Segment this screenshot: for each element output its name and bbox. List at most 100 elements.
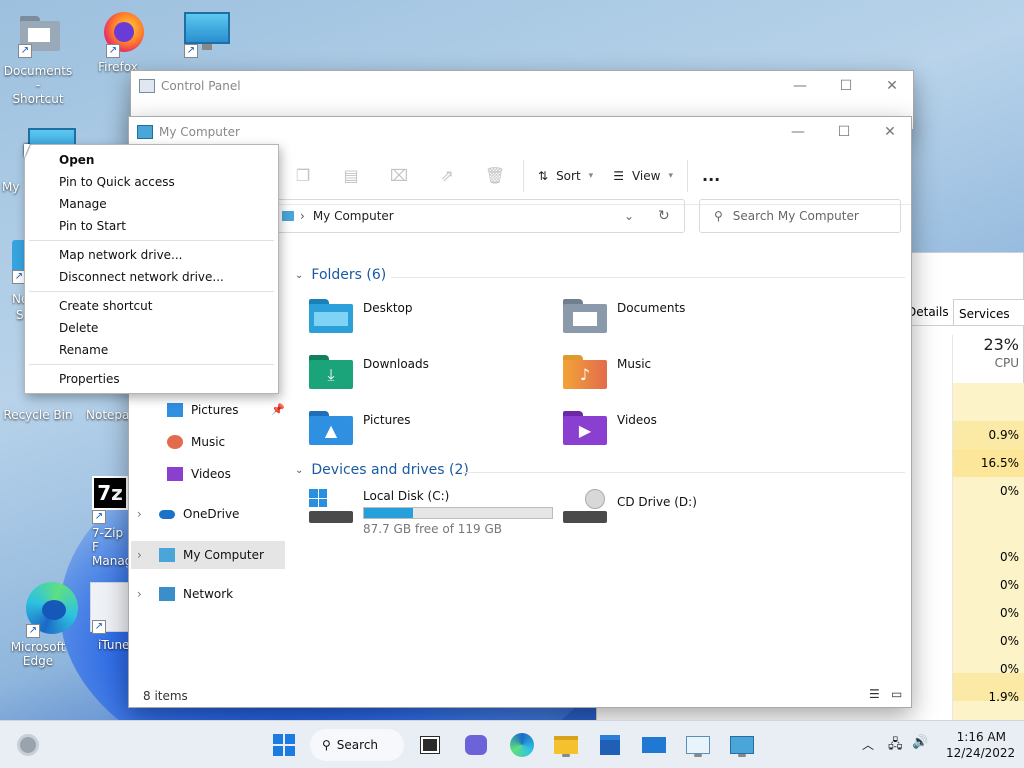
pin-icon[interactable]: 📌 <box>271 403 285 416</box>
tab-services[interactable]: Services <box>953 299 1024 325</box>
desktop-icon-firefox[interactable]: ↗ Firefox <box>80 6 156 74</box>
store-icon[interactable] <box>594 729 626 761</box>
nav-item-pictures[interactable]: Pictures <box>167 396 239 424</box>
sort-button[interactable]: ⇅ Sort ▾ <box>528 159 603 193</box>
drive-local-disk-c[interactable]: Local Disk (C:) 87.7 GB free of 119 GB <box>309 489 553 536</box>
edge-taskbar-icon[interactable] <box>506 729 538 761</box>
search-placeholder: Search My Computer <box>732 209 859 223</box>
paste-icon[interactable]: ▤ <box>327 156 375 196</box>
edge-icon: ↗ <box>14 580 78 638</box>
chevron-up-icon[interactable]: ︿ <box>862 736 874 753</box>
onedrive-icon <box>159 509 175 519</box>
control-panel-taskbar-icon[interactable] <box>726 729 758 761</box>
folder-downloads[interactable]: ⤓ Downloads <box>309 355 429 389</box>
menu-item-manage[interactable]: Manage <box>25 193 278 215</box>
cd-drive-icon <box>563 489 607 525</box>
folder-desktop[interactable]: Desktop <box>309 299 413 333</box>
drives-section-header[interactable]: ⌄ Devices and drives (2) <box>295 462 469 478</box>
section-divider <box>463 472 905 473</box>
window-title: My Computer <box>159 125 240 139</box>
copy-icon[interactable]: ❐ <box>279 156 327 196</box>
my-computer-icon <box>137 125 153 139</box>
teams-chat-icon[interactable] <box>460 729 492 761</box>
share-icon[interactable]: ⇗ <box>423 156 471 196</box>
section-divider <box>391 277 905 278</box>
nav-item-music[interactable]: Music <box>167 428 225 456</box>
menu-item-properties[interactable]: Properties <box>25 368 278 390</box>
mail-icon[interactable] <box>638 729 670 761</box>
menu-item-delete[interactable]: Delete <box>25 317 278 339</box>
widgets-icon[interactable] <box>12 729 44 761</box>
menu-item-create-shortcut[interactable]: Create shortcut <box>25 295 278 317</box>
desktop-icon-itunes[interactable]: ↗ iTune <box>82 580 128 652</box>
chevron-down-icon[interactable]: ⌄ <box>624 209 634 223</box>
desktop-icon-7zip[interactable]: 7z ↗ 7-Zip FManag <box>82 474 128 568</box>
nav-item-network[interactable]: › Network <box>137 580 233 608</box>
cpu-percent: 23% <box>983 335 1019 354</box>
taskbar-search-button[interactable]: ⚲ Search <box>310 729 404 761</box>
clock[interactable]: 1:16 AM 12/24/2022 <box>946 729 1016 761</box>
minimize-button[interactable]: — <box>775 117 821 147</box>
desktop-icon-my-computer-top[interactable]: ↗ <box>156 6 232 58</box>
breadcrumb-chevron-icon: › <box>300 209 305 223</box>
tiles-view-icon[interactable]: ▭ <box>891 687 902 701</box>
refresh-icon[interactable]: ↻ <box>658 208 670 224</box>
clock-date: 12/24/2022 <box>946 746 1016 760</box>
close-button[interactable]: ✕ <box>869 71 915 101</box>
toolbar-divider <box>686 159 688 192</box>
delete-icon[interactable]: 🗑 <box>471 156 519 196</box>
desktop-icon-documents-shortcut[interactable]: ↗ Documents - Shortcut <box>0 12 76 106</box>
folder-documents[interactable]: Documents <box>563 299 685 333</box>
search-input[interactable]: ⚲ Search My Computer <box>699 199 901 233</box>
desktop-icon-label: iTune <box>98 638 128 652</box>
status-bar-count: 8 items <box>143 689 188 703</box>
cpu-value: 0% <box>999 634 1019 648</box>
nav-item-my-computer[interactable]: › My Computer <box>137 541 264 569</box>
nav-item-videos[interactable]: Videos <box>167 460 231 488</box>
rename-icon[interactable]: ⌧ <box>375 156 423 196</box>
cpu-column-header[interactable]: 23% CPU <box>952 335 1024 383</box>
desktop-icon-recycle-bin[interactable]: Recycle Bin <box>0 396 76 422</box>
address-bar[interactable]: › My Computer ⌄ ↻ <box>271 199 685 233</box>
close-button[interactable]: ✕ <box>867 117 913 147</box>
menu-item-map-network-drive[interactable]: Map network drive... <box>25 244 278 266</box>
sort-label: Sort <box>556 168 581 183</box>
documents-folder-icon: ↗ <box>14 12 62 60</box>
cpu-value: 16.5% <box>980 456 1019 470</box>
taskbar: ⚲ Search ︿ 🖧 🔊 1:16 AM 12/24/2022 <box>0 720 1024 768</box>
desktop-icon-edge[interactable]: ↗ Microsoft Edge <box>0 580 78 668</box>
maximize-button[interactable]: ☐ <box>821 117 867 147</box>
desktop-folder-icon <box>309 299 353 333</box>
desktop-icon-label: Recycle Bin <box>3 408 73 422</box>
context-menu: Open Pin to Quick access Manage Pin to S… <box>24 144 279 394</box>
folder-music[interactable]: ♪ Music <box>563 355 651 389</box>
folder-pictures[interactable]: ▲ Pictures <box>309 411 411 445</box>
network-status-icon[interactable]: 🖧 <box>888 735 903 757</box>
tab-details[interactable]: Details <box>907 305 949 319</box>
folders-section-header[interactable]: ⌄ Folders (6) <box>295 267 386 283</box>
minimize-button[interactable]: — <box>777 71 823 101</box>
task-view-icon[interactable] <box>414 729 446 761</box>
menu-item-pin-quick-access[interactable]: Pin to Quick access <box>25 171 278 193</box>
folder-videos[interactable]: ▶ Videos <box>563 411 657 445</box>
menu-item-open[interactable]: Open <box>25 149 278 171</box>
view-button[interactable]: ☰ View ▾ <box>603 159 683 193</box>
drive-cd-d[interactable]: CD Drive (D:) <box>563 489 697 525</box>
file-explorer-taskbar-icon[interactable] <box>550 729 582 761</box>
menu-separator <box>29 364 274 365</box>
details-view-icon[interactable]: ☰ <box>869 687 880 701</box>
cpu-value: 0% <box>999 484 1019 498</box>
desktop-icon-notepad[interactable]: Notepad <box>80 396 128 422</box>
cpu-value: 0.9% <box>988 428 1020 442</box>
menu-item-disconnect-network-drive[interactable]: Disconnect network drive... <box>25 266 278 288</box>
task-manager-taskbar-icon[interactable] <box>682 729 714 761</box>
chevron-down-icon: ▾ <box>668 170 673 181</box>
volume-icon[interactable]: 🔊 <box>912 735 928 750</box>
maximize-button[interactable]: ☐ <box>823 71 869 101</box>
nav-item-onedrive[interactable]: › OneDrive <box>137 500 239 528</box>
start-button[interactable] <box>268 729 300 761</box>
menu-item-rename[interactable]: Rename <box>25 339 278 361</box>
more-options-button[interactable]: ... <box>692 159 730 193</box>
menu-item-pin-to-start[interactable]: Pin to Start <box>25 215 278 237</box>
downloads-folder-icon: ⤓ <box>309 355 353 389</box>
